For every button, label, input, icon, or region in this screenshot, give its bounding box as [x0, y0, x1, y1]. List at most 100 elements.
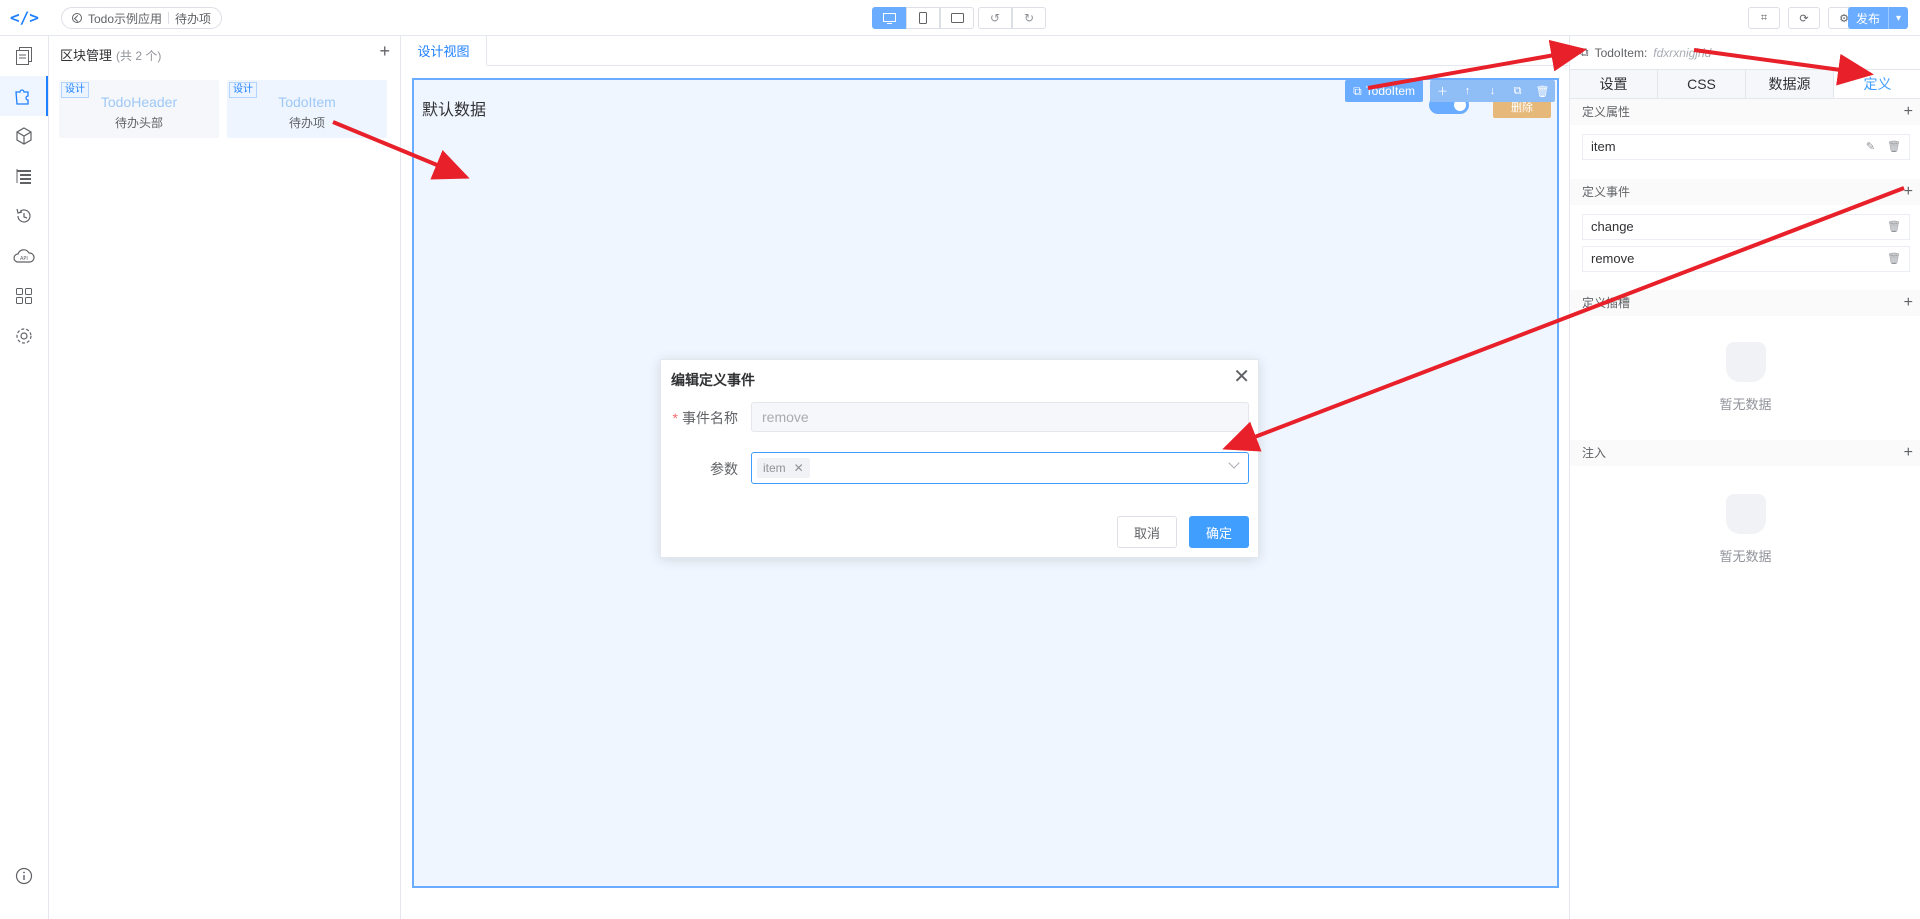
prop-name: item [1591, 139, 1616, 154]
cloud-api-icon: API [13, 249, 35, 263]
block-card[interactable]: 设计 TodoHeader 待办头部 [59, 80, 219, 138]
tablet-view-button[interactable] [940, 7, 974, 29]
mobile-view-button[interactable] [906, 7, 940, 29]
selection-toolbar: ＋ ↑ ↓ ⧉ 🗑 [1430, 80, 1555, 102]
tab-design-view[interactable]: 设计视图 [401, 36, 487, 66]
delete-icon[interactable]: 🗑 [1887, 247, 1901, 271]
block-description: 待办头部 [114, 116, 163, 130]
rail-about[interactable] [0, 856, 48, 896]
page-name: 待办项 [175, 11, 212, 26]
rail-components[interactable] [0, 116, 48, 156]
required-marker: * [672, 410, 678, 426]
tree-icon [16, 169, 31, 184]
rail-blocks[interactable] [0, 76, 48, 116]
selected-component-name: TodoItem [1365, 84, 1415, 98]
block-description: 待办项 [288, 116, 325, 130]
move-up-icon[interactable]: ↑ [1455, 80, 1480, 102]
device-switcher [872, 7, 974, 29]
chip-close-icon[interactable]: ✕ [794, 461, 804, 475]
rail-api[interactable]: API [0, 236, 48, 276]
top-bar: </> Todo示例应用 待办项 ↺ ↻ ⌗ ⟳ ⚙ 发布 ▾ [0, 0, 1920, 36]
add-slot-button[interactable]: + [1904, 290, 1913, 316]
rail-outline[interactable] [0, 156, 48, 196]
logo-icon[interactable]: </> [10, 7, 39, 29]
empty-text: 暂无数据 [1719, 549, 1772, 564]
canvas-content-text: 默认数据 [422, 102, 487, 119]
add-event-button[interactable]: + [1904, 179, 1913, 205]
desktop-view-button[interactable] [872, 7, 906, 29]
event-row[interactable]: remove 🗑 [1582, 246, 1910, 272]
layers-icon: ⧉ [1580, 45, 1589, 59]
cube-icon [16, 127, 32, 145]
redo-icon: ↻ [1023, 11, 1035, 25]
undo-button[interactable]: ↺ [978, 7, 1012, 29]
block-count: (共 2 个) [116, 49, 162, 63]
cancel-button[interactable]: 取消 [1117, 516, 1177, 548]
rail-settings[interactable] [0, 316, 48, 356]
copy-icon[interactable]: ⧉ [1505, 80, 1530, 102]
publish-group: 发布 ▾ [1848, 7, 1908, 29]
event-name-input[interactable]: remove [751, 402, 1249, 432]
params-select[interactable]: item ✕ [751, 452, 1249, 484]
event-row[interactable]: change 🗑 [1582, 214, 1910, 240]
param-chip: item ✕ [757, 458, 810, 478]
edit-icon[interactable]: ✎ [1866, 135, 1875, 159]
event-name-label-text: 事件名称 [682, 410, 738, 426]
tab-css[interactable]: CSS [1658, 70, 1746, 98]
close-icon[interactable]: ✕ [1233, 365, 1250, 389]
empty-box-icon [1725, 494, 1766, 534]
tab-datasource[interactable]: 数据源 [1746, 70, 1834, 98]
redo-button[interactable]: ↻ [1012, 7, 1046, 29]
refresh-icon: ⟳ [1799, 12, 1809, 25]
selected-component-badge[interactable]: ⧉ TodoItem [1345, 80, 1423, 102]
publish-button[interactable]: 发布 [1848, 7, 1888, 29]
block-manager-panel: 区块管理 (共 2 个) + 设计 TodoHeader 待办头部 设计 Todo… [49, 36, 401, 919]
slots-empty-state: 暂无数据 [1570, 342, 1920, 413]
publish-dropdown-button[interactable]: ▾ [1888, 7, 1908, 29]
divider [168, 12, 170, 24]
block-name: TodoHeader [100, 94, 178, 110]
event-name: remove [1591, 251, 1635, 266]
rail-pages[interactable] [0, 36, 48, 76]
tab-settings[interactable]: 设置 [1570, 70, 1658, 98]
delete-icon[interactable]: 🗑 [1530, 80, 1555, 102]
panel-title: 区块管理 (共 2 个) [60, 45, 161, 64]
delete-icon[interactable]: 🗑 [1887, 135, 1901, 159]
pages-icon [16, 47, 32, 65]
params-label: 参数 [710, 461, 738, 477]
add-icon[interactable]: ＋ [1430, 80, 1455, 102]
tablet-icon [950, 13, 964, 23]
tab-define[interactable]: 定义 [1834, 70, 1920, 98]
panel-tabs: 设置 CSS 数据源 定义 [1570, 69, 1920, 99]
delete-icon[interactable]: 🗑 [1887, 215, 1901, 239]
block-card[interactable]: 设计 TodoItem 待办项 [227, 80, 387, 138]
empty-text: 暂无数据 [1719, 397, 1772, 412]
desktop-icon [882, 12, 896, 24]
confirm-button[interactable]: 确定 [1189, 516, 1249, 548]
prop-row[interactable]: item ✎ 🗑 [1582, 134, 1910, 160]
props-section-header: 定义属性 + [1570, 99, 1920, 125]
add-prop-button[interactable]: + [1904, 99, 1913, 125]
mobile-icon [919, 12, 927, 24]
slots-section-header: 定义插槽 + [1570, 290, 1920, 316]
inject-section-header: 注入 + [1570, 440, 1920, 466]
event-name-label: * 事件名称 [673, 408, 738, 428]
rail-history[interactable] [0, 196, 48, 236]
preview-button[interactable]: ⌗ [1748, 7, 1780, 29]
edit-event-dialog: 编辑定义事件 ✕ * 事件名称 remove 参数 item ✕ 取消 确定 [660, 359, 1259, 558]
add-block-button[interactable]: + [379, 41, 390, 62]
rail-plugins[interactable] [0, 276, 48, 316]
move-down-icon[interactable]: ↓ [1480, 80, 1505, 102]
right-tools: ⌗ ⟳ ⚙ [1748, 7, 1860, 29]
events-section-header: 定义事件 + [1570, 179, 1920, 205]
app-name: Todo示例应用 [88, 11, 163, 26]
scan-icon: ⌗ [1760, 11, 1768, 24]
events-section-title: 定义事件 [1582, 185, 1631, 199]
puzzle-icon [15, 89, 29, 105]
add-inject-button[interactable]: + [1904, 440, 1913, 466]
refresh-button[interactable]: ⟳ [1788, 7, 1820, 29]
grid-icon [16, 288, 32, 304]
app-switcher[interactable]: Todo示例应用 待办项 [61, 7, 223, 29]
empty-box-icon [1725, 342, 1766, 382]
slots-section-title: 定义插槽 [1582, 296, 1631, 310]
